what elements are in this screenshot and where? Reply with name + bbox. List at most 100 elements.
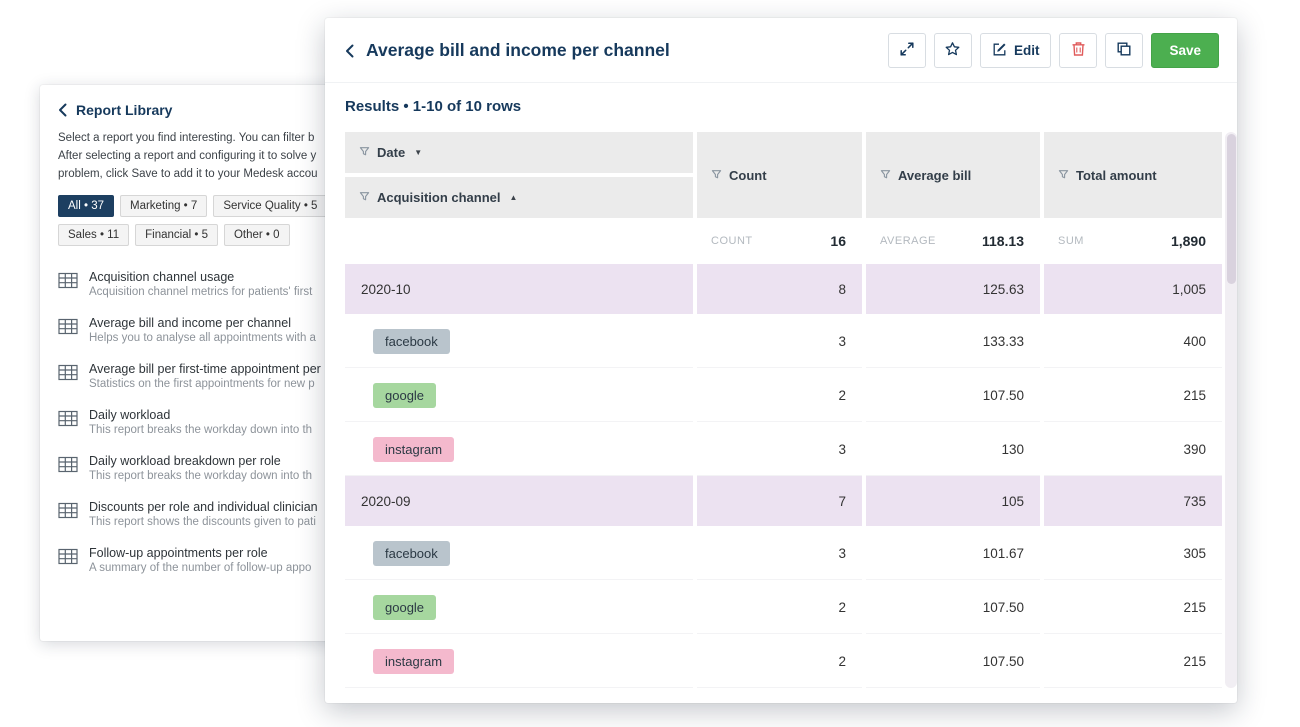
summary-sum-value: 1,890 [1171, 233, 1206, 249]
cell-total: 305 [1044, 526, 1222, 580]
column-header-total-amount-label: Total amount [1076, 168, 1157, 183]
channel-cell: facebook [345, 526, 693, 580]
cell-total: 400 [1044, 314, 1222, 368]
report-subtitle: A summary of the number of follow-up app… [89, 562, 311, 574]
toolbar: Edit Save [888, 33, 1219, 68]
report-item-text: Average bill per first-time appointment … [89, 362, 327, 390]
summary-average-value: 118.13 [982, 233, 1024, 249]
channel-chip: facebook [373, 541, 450, 566]
page-title: Average bill and income per channel [366, 40, 670, 61]
cell-total: 735 [1044, 476, 1222, 526]
table-scrollbar[interactable] [1225, 132, 1237, 688]
summary-count-value: 16 [830, 233, 846, 249]
channel-row: facebook3133.33400 [345, 314, 1222, 368]
report-subtitle: This report breaks the workday down into… [89, 470, 312, 482]
back-icon[interactable] [345, 44, 354, 58]
filter-chip[interactable]: Service Quality • 5 [213, 195, 327, 217]
detail-header: Average bill and income per channel Edit [325, 18, 1237, 83]
channel-cell: instagram [345, 422, 693, 476]
report-item-text: Acquisition channel usage Acquisition cha… [89, 270, 312, 298]
save-button[interactable]: Save [1151, 33, 1219, 68]
column-header-total-amount[interactable]: Total amount [1044, 132, 1222, 218]
channel-row: instagram2107.50215 [345, 634, 1222, 688]
column-header-channel[interactable]: Acquisition channel ▲ [345, 177, 693, 218]
table-grid-icon [58, 318, 78, 340]
report-subtitle: This report breaks the workday down into… [89, 424, 312, 436]
scrollbar-thumb[interactable] [1227, 134, 1236, 284]
results-table: Date ▼ Acquisition channel ▲ [325, 132, 1237, 688]
edit-button[interactable]: Edit [980, 33, 1052, 68]
cell-count: 7 [697, 476, 862, 526]
channel-row: google2107.50215 [345, 368, 1222, 422]
date-label: 2020-10 [361, 282, 411, 297]
report-title: Follow-up appointments per role [89, 546, 311, 560]
summary-count-label: COUNT [711, 235, 753, 247]
cell-count: 2 [697, 580, 862, 634]
back-icon[interactable] [58, 103, 67, 117]
channel-row: google2107.50215 [345, 580, 1222, 634]
summary-row: COUNT 16 AVERAGE 118.13 SUM 1,890 [345, 218, 1222, 264]
column-header-date-label: Date [377, 145, 405, 160]
cell-avg: 107.50 [866, 634, 1040, 688]
column-header-count-label: Count [729, 168, 767, 183]
expand-icon [899, 41, 915, 60]
date-group-row: 2020-097105735 [345, 476, 1222, 526]
filter-chip[interactable]: Financial • 5 [135, 224, 218, 246]
trash-icon [1071, 41, 1086, 60]
cell-count: 3 [697, 526, 862, 580]
column-header-date[interactable]: Date ▼ [345, 132, 693, 173]
report-title: Acquisition channel usage [89, 270, 312, 284]
cell-total: 215 [1044, 634, 1222, 688]
report-item-text: Discounts per role and individual clinic… [89, 500, 318, 528]
cell-avg: 125.63 [866, 264, 1040, 314]
favorite-button[interactable] [934, 33, 972, 68]
filter-chip[interactable]: All • 37 [58, 195, 114, 217]
report-detail-panel: Average bill and income per channel Edit [325, 18, 1237, 703]
cell-count: 8 [697, 264, 862, 314]
cell-avg: 101.67 [866, 526, 1040, 580]
channel-chip: google [373, 595, 436, 620]
delete-button[interactable] [1059, 33, 1097, 68]
table-header: Date ▼ Acquisition channel ▲ [345, 132, 1222, 218]
channel-chip: instagram [373, 437, 454, 462]
library-title: Report Library [76, 102, 172, 118]
table-grid-icon [58, 410, 78, 432]
cell-avg: 105 [866, 476, 1040, 526]
sort-asc-icon: ▲ [510, 193, 518, 202]
edit-button-label: Edit [1014, 43, 1040, 58]
copy-icon [1116, 41, 1132, 60]
expand-button[interactable] [888, 33, 926, 68]
report-title: Daily workload breakdown per role [89, 454, 312, 468]
filter-funnel-icon [359, 145, 370, 160]
summary-sum-cell: SUM 1,890 [1044, 218, 1222, 264]
report-title: Discounts per role and individual clinic… [89, 500, 318, 514]
filter-funnel-icon [880, 168, 891, 183]
summary-average-cell: AVERAGE 118.13 [866, 218, 1040, 264]
date-group-cell: 2020-10 [345, 264, 693, 314]
report-title: Average bill per first-time appointment … [89, 362, 327, 376]
column-header-average-bill[interactable]: Average bill [866, 132, 1040, 218]
summary-empty-cell [345, 218, 693, 264]
report-item-text: Average bill and income per channelHelps… [89, 316, 316, 344]
save-button-label: Save [1169, 43, 1201, 58]
cell-total: 390 [1044, 422, 1222, 476]
filter-chip[interactable]: Marketing • 7 [120, 195, 207, 217]
column-header-count[interactable]: Count [697, 132, 862, 218]
filter-chip[interactable]: Sales • 11 [58, 224, 129, 246]
report-item-text: Follow-up appointments per role A summary… [89, 546, 311, 574]
date-group-row: 2020-108125.631,005 [345, 264, 1222, 314]
column-header-average-bill-label: Average bill [898, 168, 971, 183]
column-header-channel-label: Acquisition channel [377, 190, 501, 205]
star-icon [944, 41, 961, 60]
table-grid-icon [58, 364, 78, 386]
cell-avg: 107.50 [866, 580, 1040, 634]
channel-row: instagram3130390 [345, 422, 1222, 476]
cell-avg: 107.50 [866, 368, 1040, 422]
duplicate-button[interactable] [1105, 33, 1143, 68]
channel-cell: google [345, 580, 693, 634]
channel-chip: google [373, 383, 436, 408]
report-subtitle: Acquisition channel metrics for patients… [89, 286, 312, 298]
edit-icon [992, 42, 1007, 60]
report-subtitle: Statistics on the first appointments for… [89, 378, 327, 390]
filter-chip[interactable]: Other • 0 [224, 224, 290, 246]
